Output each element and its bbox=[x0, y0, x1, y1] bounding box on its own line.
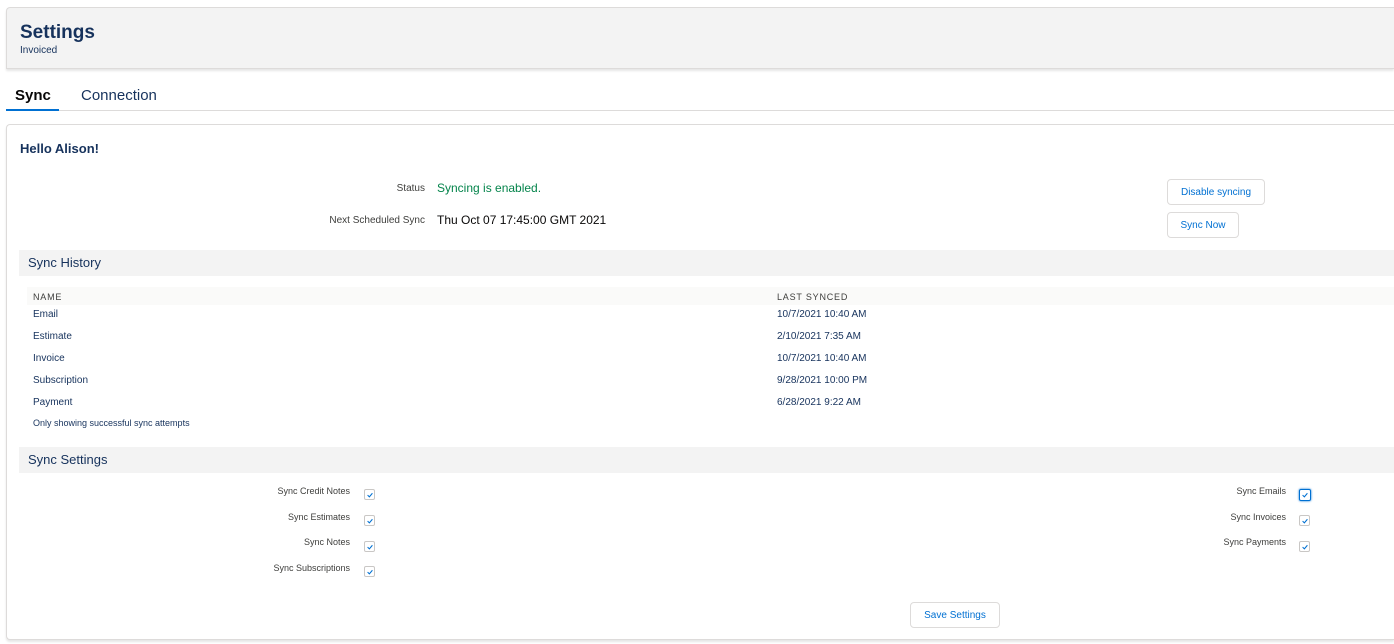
row-last-synced: 2/10/2021 7:35 AM bbox=[777, 331, 861, 342]
row-name: Estimate bbox=[33, 331, 72, 342]
sync-payments-label: Sync Payments bbox=[1223, 537, 1286, 547]
sync-credit-notes-label: Sync Credit Notes bbox=[277, 486, 350, 496]
sync-history-header: Sync History bbox=[19, 250, 1394, 276]
row-name: Invoice bbox=[33, 353, 65, 364]
history-note: Only showing successful sync attempts bbox=[33, 418, 190, 428]
next-sync-label: Next Scheduled Sync bbox=[329, 215, 425, 226]
sync-payments-checkbox[interactable] bbox=[1299, 541, 1310, 552]
sync-subscriptions-checkbox[interactable] bbox=[364, 566, 375, 577]
checkmark-icon bbox=[1302, 492, 1308, 498]
tab-bar: Sync Connection bbox=[6, 80, 1394, 111]
page-title: Settings bbox=[20, 22, 95, 43]
row-last-synced: 6/28/2021 9:22 AM bbox=[777, 397, 861, 408]
sync-credit-notes-checkbox[interactable] bbox=[364, 489, 375, 500]
row-last-synced: 9/28/2021 10:00 PM bbox=[777, 375, 868, 386]
checkmark-icon bbox=[366, 569, 373, 575]
status-label: Status bbox=[396, 183, 425, 194]
sync-subscriptions-label: Sync Subscriptions bbox=[273, 563, 350, 573]
row-name: Payment bbox=[33, 397, 73, 408]
history-table-header: NAME LAST SYNCED bbox=[27, 287, 1394, 305]
tab-connection[interactable]: Connection bbox=[81, 87, 157, 111]
sync-emails-label: Sync Emails bbox=[1236, 486, 1286, 496]
sync-card: Hello Alison! Status Syncing is enabled.… bbox=[6, 124, 1394, 640]
checkmark-icon bbox=[1301, 518, 1308, 524]
sync-emails-checkbox[interactable] bbox=[1299, 489, 1311, 501]
sync-estimates-checkbox[interactable] bbox=[364, 515, 375, 526]
sync-now-button[interactable]: Sync Now bbox=[1167, 212, 1239, 238]
page-subtitle: Invoiced bbox=[20, 45, 58, 56]
sync-notes-label: Sync Notes bbox=[303, 537, 350, 547]
tab-sync[interactable]: Sync bbox=[6, 87, 59, 111]
checkmark-icon bbox=[366, 544, 373, 550]
sync-notes-checkbox[interactable] bbox=[364, 541, 375, 552]
row-name: Subscription bbox=[33, 375, 89, 386]
row-last-synced: 10/7/2021 10:40 AM bbox=[777, 353, 867, 364]
column-header-name: NAME bbox=[33, 292, 63, 302]
greeting: Hello Alison! bbox=[20, 141, 99, 156]
checkmark-icon bbox=[366, 492, 373, 498]
checkmark-icon bbox=[366, 518, 373, 524]
row-last-synced: 10/7/2021 10:40 AM bbox=[777, 309, 867, 320]
sync-invoices-label: Sync Invoices bbox=[1230, 512, 1286, 522]
column-header-last-synced: LAST SYNCED bbox=[777, 292, 849, 302]
checkmark-icon bbox=[1301, 544, 1308, 550]
page-header: Settings Invoiced bbox=[6, 7, 1394, 69]
disable-syncing-button[interactable]: Disable syncing bbox=[1167, 179, 1265, 205]
status-value: Syncing is enabled. bbox=[437, 181, 542, 195]
next-sync-value: Thu Oct 07 17:45:00 GMT 2021 bbox=[437, 213, 607, 227]
sync-estimates-label: Sync Estimates bbox=[287, 512, 350, 522]
row-name: Email bbox=[33, 309, 59, 320]
sync-settings-header: Sync Settings bbox=[19, 447, 1394, 473]
sync-invoices-checkbox[interactable] bbox=[1299, 515, 1310, 526]
save-settings-button[interactable]: Save Settings bbox=[910, 602, 1000, 628]
